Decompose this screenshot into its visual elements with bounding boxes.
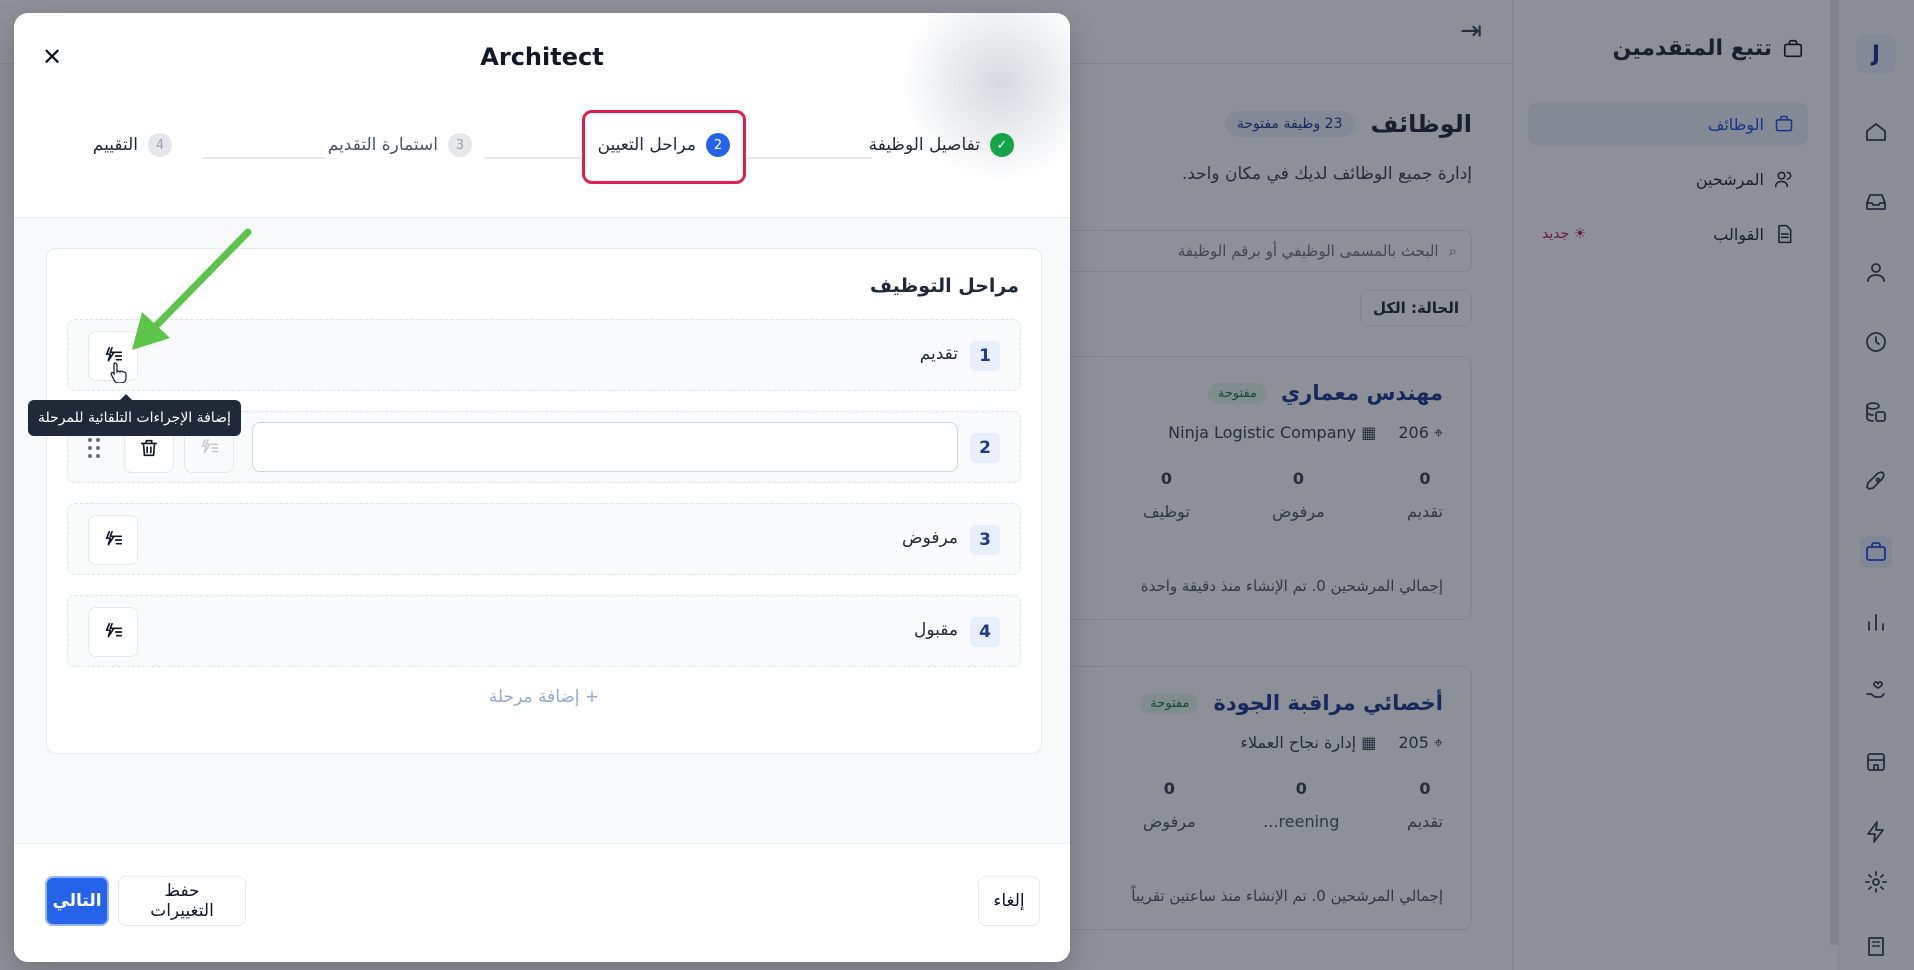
stage-number: 2 [970,433,1000,463]
step-evaluation[interactable]: 4 التقييم [93,133,172,157]
annotation-highlight-box [582,110,746,184]
stage-automation-button[interactable] [88,515,138,565]
wizard-stepper: ✓ تفاصيل الوظيفة 2 مراحل التعيين 3 استما… [14,109,1070,189]
job-wizard-modal: ✕ Architect ✓ تفاصيل الوظيفة 2 مراحل الت… [14,13,1070,962]
automation-list-icon [105,622,123,638]
automation-list-icon [201,438,219,454]
modal-footer: التالي حفظ التغييرات إلغاء [14,843,1070,962]
stage-number: 1 [970,341,1000,371]
stage-name: تقديم [919,344,958,364]
stage-row: 1 تقديم [67,319,1021,391]
trash-icon [140,439,158,457]
step-label: التقييم [92,135,138,155]
cancel-button[interactable]: إلغاء [978,876,1040,926]
stage-name: مقبول [914,620,958,640]
save-changes-button[interactable]: حفظ التغييرات [118,876,246,926]
automation-list-icon [105,530,123,546]
stage-row: 4 مقبول [67,595,1021,667]
stage-number: 3 [970,525,1000,555]
stage-name-input[interactable] [252,422,958,472]
add-stage-button[interactable]: + إضافة مرحلة [47,687,1041,707]
stage-automation-button[interactable] [88,607,138,657]
hand-cursor-icon [110,362,127,383]
step-job-details[interactable]: ✓ تفاصيل الوظيفة [869,133,1014,157]
step-connector [484,157,584,159]
stage-row: 3 مرفوض [67,503,1021,575]
step-connector [202,157,326,159]
stage-name: مرفوض [902,528,958,548]
automation-tooltip: إضافة الإجراءات التلقائية للمرحلة [28,394,241,436]
drag-handle-icon[interactable] [88,436,102,460]
step-number: 3 [448,133,472,157]
next-button[interactable]: التالي [45,876,109,926]
step-application-form[interactable]: 3 استمارة التقديم [328,133,472,157]
stage-number: 4 [970,617,1000,647]
check-icon: ✓ [990,133,1014,157]
hiring-stages-panel: مراحل التوظيف 1 تقديم 2 3 مرفوض 4 مقبول … [46,248,1042,754]
step-label: تفاصيل الوظيفة [868,135,980,155]
step-connector [744,157,872,159]
step-label: استمارة التقديم [327,135,438,155]
panel-title: مراحل التوظيف [870,275,1019,297]
step-number: 4 [148,133,172,157]
modal-title: Architect [480,43,604,71]
